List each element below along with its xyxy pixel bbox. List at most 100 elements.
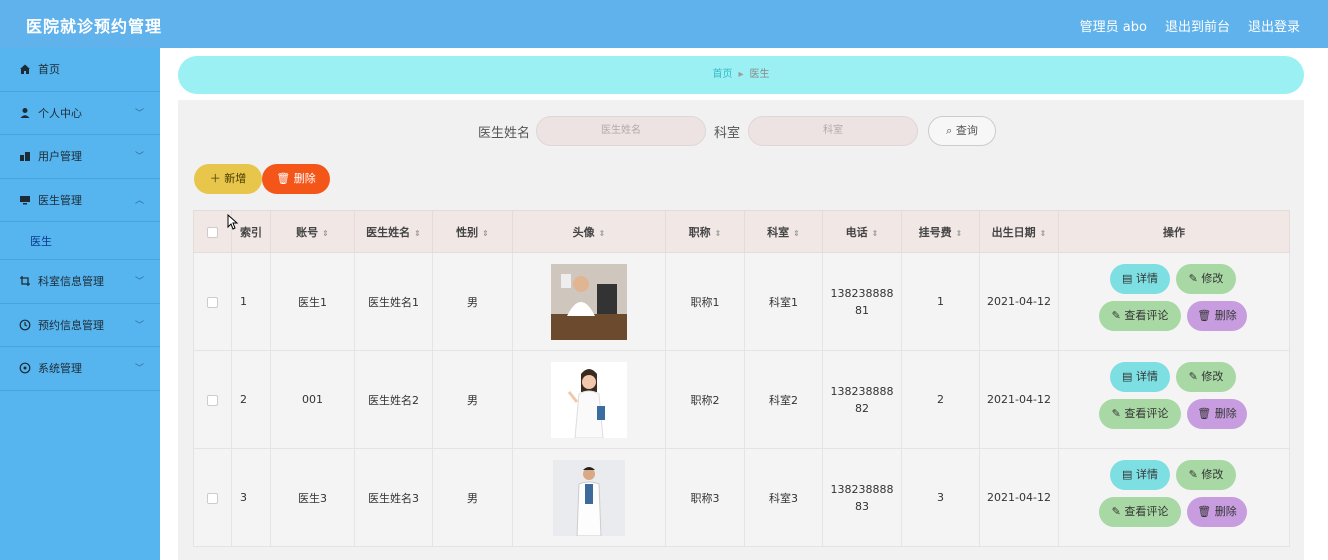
sidebar-subitem-doctor[interactable]: 医生 (0, 222, 160, 260)
app-title: 医院就诊预约管理 (26, 17, 163, 36)
col-header-fee[interactable]: 挂号费 ⇕ (901, 210, 980, 253)
col-header-account[interactable]: 账号 ⇕ (270, 210, 355, 253)
delete-row-button[interactable]: 🗑 删除 (1187, 300, 1247, 331)
cell-account: 医生1 (270, 252, 355, 351)
chevron-down-icon: ﹀ (134, 108, 144, 119)
edit-button[interactable]: ✎ 修改 (1176, 459, 1236, 490)
row-checkbox[interactable] (193, 350, 232, 449)
sidebar-item-label: 预约信息管理 (38, 318, 104, 332)
top-header: 医院就诊预约管理 管理员 abo 退出到前台 退出登录 (0, 0, 1328, 48)
cell-title: 职称3 (665, 448, 745, 547)
cell-index: 1 (231, 252, 271, 351)
batch-delete-button[interactable]: 🗑 删除 (262, 164, 330, 194)
col-header-avatar[interactable]: 头像 ⇕ (512, 210, 666, 253)
pencil-icon: ✎ (1188, 467, 1198, 481)
admin-label: 管理员 abo (1079, 20, 1147, 35)
trash-icon: 🗑 (1197, 308, 1212, 322)
sidebar-item-doctor-mgmt[interactable]: 医生管理 ︿ (0, 179, 160, 222)
sidebar-item-home[interactable]: 首页 (0, 48, 160, 92)
trash-icon: 🗑 (1197, 504, 1212, 518)
cell-index: 3 (231, 448, 271, 547)
cell-ops: ▤ 详情 ✎ 修改 ✎ 查看评论 🗑 删除 (1058, 252, 1290, 351)
sidebar-item-label: 首页 (38, 63, 60, 77)
detail-button[interactable]: ▤ 详情 (1110, 263, 1170, 294)
row-checkbox[interactable] (193, 252, 232, 351)
monitor-icon (18, 193, 32, 207)
doctor-table: 索引 账号 ⇕ 医生姓名 ⇕ 性别 ⇕ 头像 ⇕ 职称 ⇕ 科室 ⇕ 电话 ⇕ 挂号费 ⇕ 出生… (193, 210, 1290, 547)
sort-icon: ⇕ (1039, 228, 1047, 238)
view-comments-button[interactable]: ✎ 查看评论 (1099, 398, 1181, 429)
cell-account: 001 (270, 350, 355, 449)
main-content: 首页 ▸ 医生 医生姓名 医生姓名 科室 科室 ⌕ 查询 ＋ 新增 🗑 删除 索引 (160, 48, 1328, 560)
detail-button[interactable]: ▤ 详情 (1110, 459, 1170, 490)
cell-birth: 2021-04-12 (979, 350, 1059, 449)
sidebar-item-department[interactable]: 科室信息管理 ﹀ (0, 260, 160, 304)
edit-button[interactable]: ✎ 修改 (1176, 263, 1236, 294)
col-header-name[interactable]: 医生姓名 ⇕ (354, 210, 433, 253)
doctor-name-label: 医生姓名 (478, 126, 531, 141)
delete-row-button[interactable]: 🗑 删除 (1187, 496, 1247, 527)
delete-row-button[interactable]: 🗑 删除 (1187, 398, 1247, 429)
sidebar-item-label: 科室信息管理 (38, 275, 104, 289)
sidebar-item-label: 用户管理 (38, 150, 82, 164)
col-header-ops: 操作 (1058, 210, 1290, 253)
cell-phone: 138238888 81 (822, 252, 902, 351)
cell-fee: 2 (901, 350, 980, 449)
chevron-down-icon: ﹀ (134, 152, 144, 162)
sidebar: 首页 个人中心 ﹀ 用户管理 ﹀ 医生管理 ︿ 医生 科室信息管理 ﹀ 预约信息… (0, 48, 160, 560)
cell-account: 医生3 (270, 448, 355, 547)
sort-icon: ⇕ (955, 228, 963, 238)
plus-icon: ＋ (209, 172, 221, 185)
sidebar-item-label: 系统管理 (38, 362, 82, 376)
cell-birth: 2021-04-12 (979, 448, 1059, 547)
cell-avatar (512, 350, 666, 449)
view-comments-button[interactable]: ✎ 查看评论 (1099, 300, 1181, 331)
cell-fee: 3 (901, 448, 980, 547)
col-header-phone[interactable]: 电话 ⇕ (822, 210, 902, 253)
pencil-icon: ✎ (1188, 271, 1198, 285)
department-input[interactable]: 科室 (748, 116, 918, 146)
sidebar-item-profile[interactable]: 个人中心 ﹀ (0, 92, 160, 135)
query-button[interactable]: ⌕ 查询 (928, 116, 996, 146)
edit-button[interactable]: ✎ 修改 (1176, 361, 1236, 392)
doctor-name-input[interactable]: 医生姓名 (536, 116, 706, 146)
cell-title: 职称2 (665, 350, 745, 449)
cell-name: 医生姓名2 (354, 350, 433, 449)
clock-icon (18, 318, 32, 332)
col-header-title[interactable]: 职称 ⇕ (665, 210, 745, 253)
add-button[interactable]: ＋ 新增 (194, 164, 262, 194)
trash-icon: 🗑 (1197, 406, 1212, 420)
sidebar-item-system[interactable]: 系统管理 ﹀ (0, 347, 160, 391)
mouse-cursor-icon (227, 214, 239, 230)
doc-icon: ▤ (1122, 369, 1133, 383)
cell-name: 医生姓名3 (354, 448, 433, 547)
breadcrumb-home[interactable]: 首页 (712, 69, 732, 80)
select-all-checkbox[interactable] (193, 210, 232, 253)
breadcrumb-current: 医生 (749, 69, 770, 80)
sidebar-item-users[interactable]: 用户管理 ﹀ (0, 135, 160, 179)
sidebar-item-appointment[interactable]: 预约信息管理 ﹀ (0, 304, 160, 347)
sort-icon: ⇕ (598, 228, 606, 238)
pencil-icon: ✎ (1188, 369, 1198, 383)
exit-to-front-link[interactable]: 退出到前台 (1165, 16, 1230, 35)
sort-icon: ⇕ (414, 228, 421, 238)
cell-title: 职称1 (665, 252, 745, 351)
cell-avatar (512, 448, 666, 547)
col-header-dept[interactable]: 科室 ⇕ (744, 210, 823, 253)
doc-icon: ▤ (1122, 467, 1133, 481)
sort-icon: ⇕ (793, 228, 800, 238)
col-header-gender[interactable]: 性别 ⇕ (432, 210, 513, 253)
cell-index: 2 (231, 350, 271, 449)
cell-dept: 科室2 (744, 350, 823, 449)
view-comments-button[interactable]: ✎ 查看评论 (1099, 496, 1181, 527)
row-checkbox[interactable] (193, 448, 232, 547)
cell-gender: 男 (432, 252, 513, 351)
logout-link[interactable]: 退出登录 (1248, 16, 1300, 35)
doctor-avatar-image (551, 361, 627, 438)
pencil-icon: ✎ (1111, 406, 1121, 420)
cell-phone: 138238888 83 (822, 448, 902, 547)
doc-icon: ▤ (1122, 271, 1133, 285)
col-header-birth[interactable]: 出生日期 ⇕ (979, 210, 1059, 253)
search-icon: ⌕ (946, 124, 953, 137)
detail-button[interactable]: ▤ 详情 (1110, 361, 1170, 392)
